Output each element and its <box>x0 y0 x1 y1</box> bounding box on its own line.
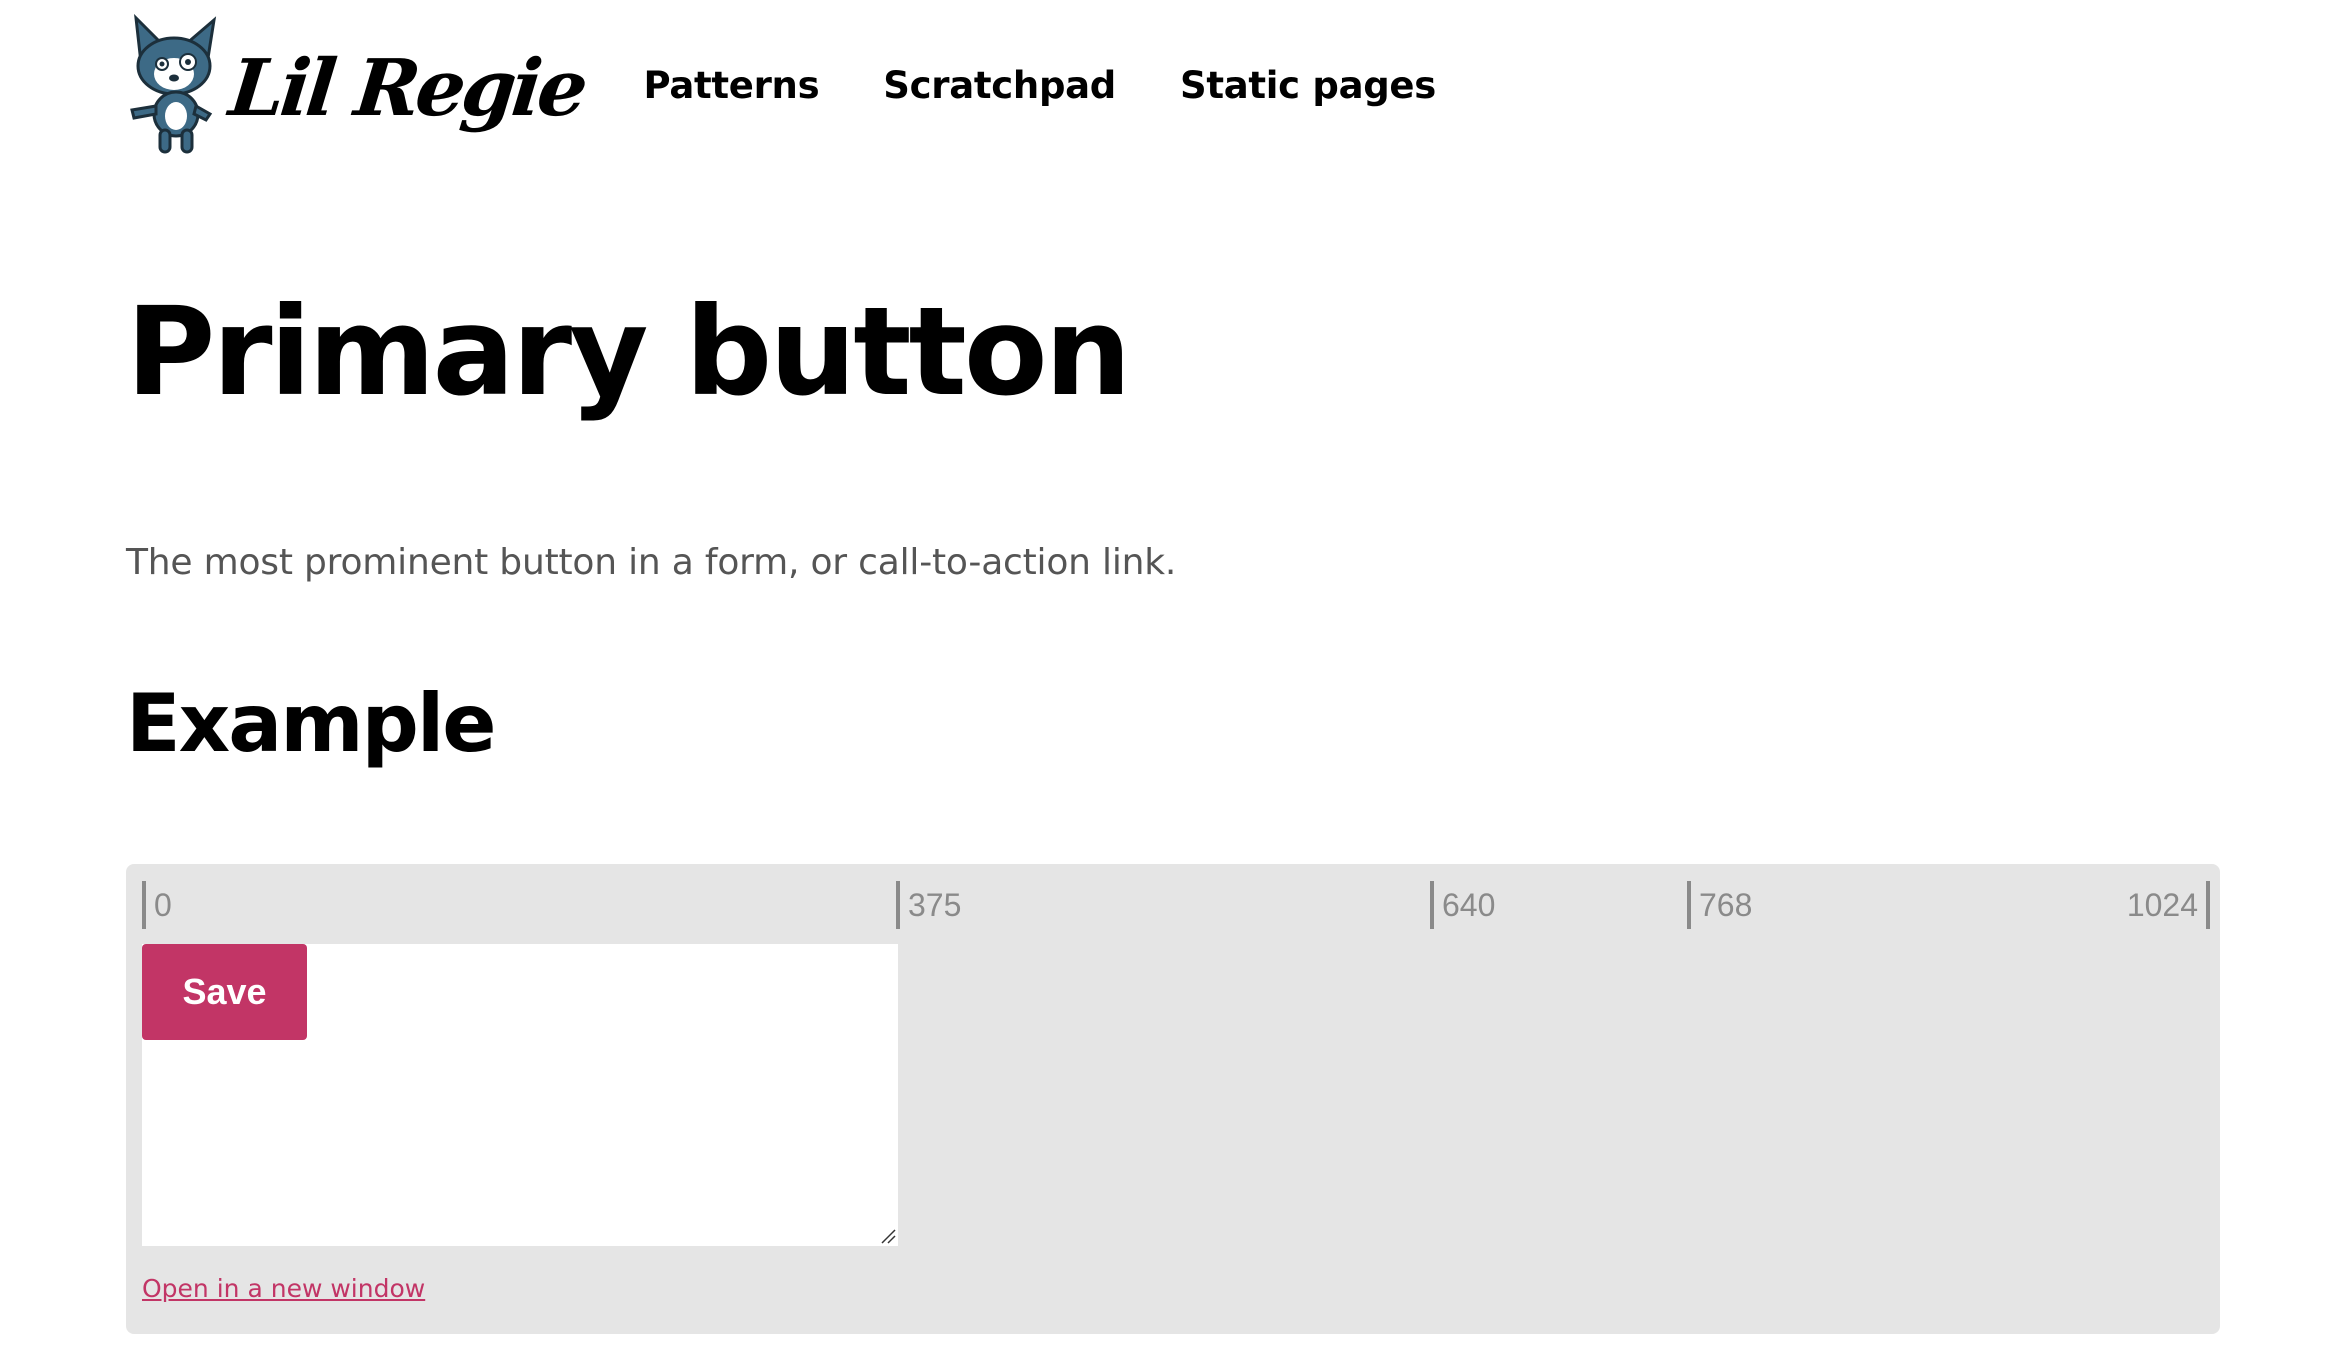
ruler-mark-375[interactable]: 375 <box>896 881 961 929</box>
main-nav: Patterns Scratchpad Static pages <box>644 64 1500 107</box>
page: Lil Regie Patterns Scratchpad Static pag… <box>0 0 2336 1358</box>
nav-link-static-pages[interactable]: Static pages <box>1180 64 1436 107</box>
ruler-mark-1024[interactable]: 1024 <box>2127 881 2210 929</box>
site-logo[interactable]: Lil Regie <box>126 14 588 156</box>
ruler-mark-0[interactable]: 0 <box>142 881 172 929</box>
ruler-mark-768[interactable]: 768 <box>1687 881 1752 929</box>
logo-wordmark: Lil Regie <box>225 43 589 134</box>
page-description: The most prominent button in a form, or … <box>126 542 1177 583</box>
ruler-mark-640[interactable]: 640 <box>1430 881 1495 929</box>
page-title: Primary button <box>126 281 1132 423</box>
save-button[interactable]: Save <box>142 944 307 1040</box>
site-header: Lil Regie Patterns Scratchpad Static pag… <box>126 0 1500 170</box>
dog-mascot-icon <box>130 14 217 154</box>
nav-link-patterns[interactable]: Patterns <box>644 64 820 107</box>
example-panel: 0 375 640 768 1024 Save Open in a new wi… <box>126 864 2220 1334</box>
resize-handle-icon[interactable] <box>880 1228 896 1244</box>
open-in-new-window-link[interactable]: Open in a new window <box>142 1274 425 1303</box>
preview-frame: Save <box>142 944 898 1246</box>
section-title-example: Example <box>126 677 497 770</box>
nav-link-scratchpad[interactable]: Scratchpad <box>883 64 1116 107</box>
